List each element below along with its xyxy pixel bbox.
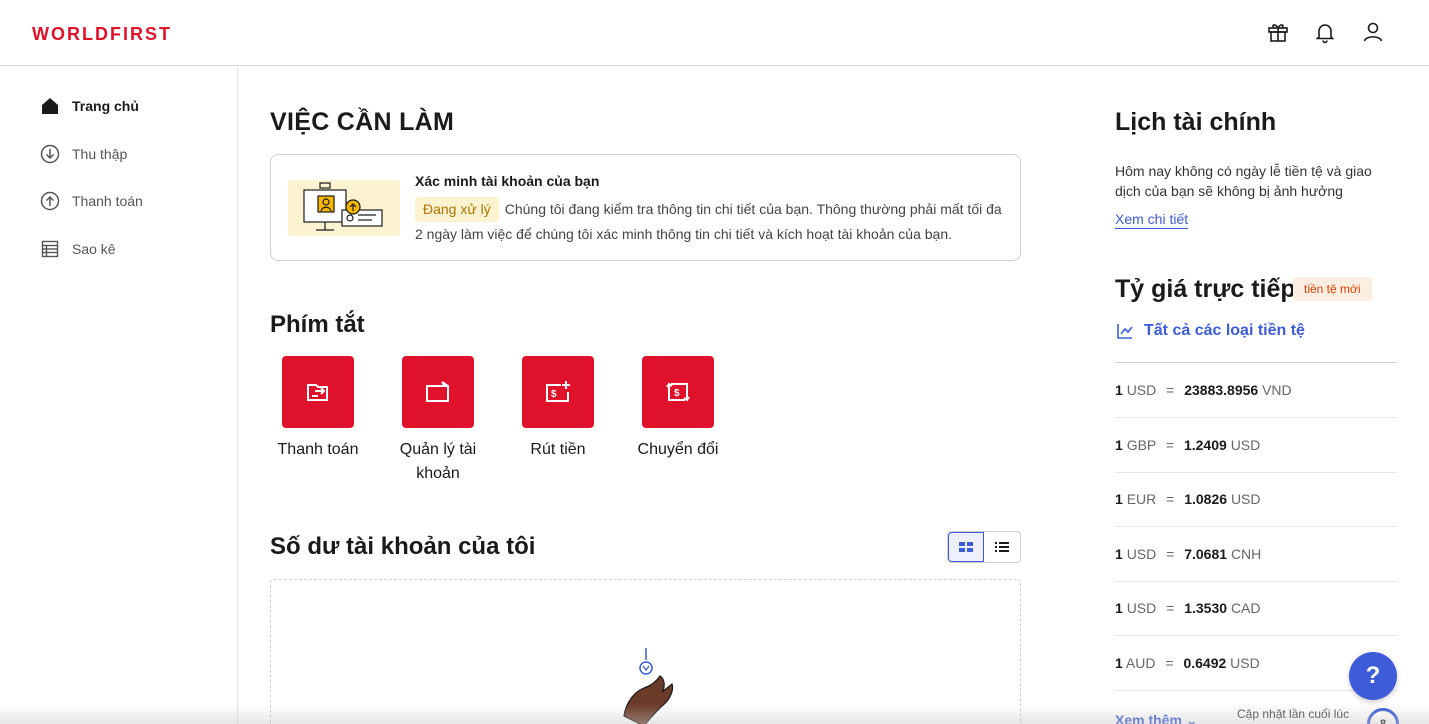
chevron-down-icon: ⌄ <box>1185 712 1198 724</box>
rate-equals: = <box>1166 382 1175 398</box>
svg-text:$: $ <box>551 389 557 400</box>
rate-to-currency: VND <box>1262 382 1292 398</box>
rate-from-currency: USD <box>1126 382 1157 398</box>
todo-card-description: Chúng tôi đang kiểm tra thông tin chi ti… <box>415 201 1002 242</box>
rate-value: 1.0826 <box>1184 491 1228 507</box>
grid-view-button[interactable] <box>948 532 985 562</box>
rates-heading: Tỷ giá trực tiếp <box>1115 275 1296 303</box>
rate-row: 1 GBP = 1.2409 USD <box>1115 418 1397 473</box>
rate-amount: 1 <box>1115 382 1123 398</box>
table-icon <box>40 239 60 259</box>
sidebar-item-label: Sao kê <box>72 241 116 257</box>
shortcut-label: Thanh toán <box>277 441 359 458</box>
shortcut-manage-account[interactable]: Quản lý tài khoản <box>378 356 498 486</box>
sidebar-item-collect[interactable]: Thu thập <box>40 142 127 166</box>
todo-card-title: Xác minh tài khoản của bạn <box>415 173 600 189</box>
list-view-button[interactable] <box>984 532 1020 562</box>
view-more-link[interactable]: Xem thêm ⌄ <box>1115 712 1198 724</box>
sidebar-item-home[interactable]: Trang chủ <box>40 94 139 118</box>
rate-amount: 1 <box>1115 437 1123 453</box>
rate-value: 1.3530 <box>1184 600 1228 616</box>
list-icon <box>995 542 1010 552</box>
shortcuts-heading: Phím tắt <box>270 311 365 338</box>
rate-to-currency: USD <box>1230 437 1261 453</box>
all-currencies-label: Tất cả các loại tiền tệ <box>1144 322 1305 339</box>
todo-card-body: Đang xử lý Chúng tôi đang kiểm tra thông … <box>415 197 1011 247</box>
sidebar-item-statements[interactable]: Sao kê <box>40 237 116 261</box>
home-icon <box>40 96 60 116</box>
trend-chart-icon <box>1117 324 1133 339</box>
rate-amount: 1 <box>1115 491 1123 507</box>
rate-equals: = <box>1166 546 1175 562</box>
balance-empty-state <box>270 579 1021 724</box>
rate-row: 1 EUR = 1.0826 USD <box>1115 472 1397 527</box>
rate-amount: 1 <box>1115 546 1123 562</box>
withdraw-icon[interactable]: $ <box>522 356 594 428</box>
rate-from-currency: GBP <box>1126 437 1156 453</box>
rate-value: 23883.8956 <box>1184 382 1259 398</box>
worldfirst-logo[interactable]: WORLDFIRST <box>32 24 172 45</box>
view-more-label: Xem thêm <box>1115 712 1182 724</box>
hand-coin-illustration <box>616 646 676 724</box>
sidebar-item-label: Thu thập <box>72 146 128 162</box>
calendar-heading: Lịch tài chính <box>1115 108 1277 136</box>
view-toggle <box>947 531 1021 563</box>
last-updated-label: Cập nhật lần cuối lúc <box>1237 707 1350 721</box>
sidebar: Trang chủ Thu thập Thanh toán Sao kê <box>0 67 238 724</box>
todo-heading: VIỆC CẦN LÀM <box>270 108 455 136</box>
rate-from-currency: USD <box>1126 600 1157 616</box>
shortcut-pay[interactable]: Thanh toán <box>258 356 378 462</box>
status-badge: Đang xử lý <box>415 197 499 222</box>
sidebar-item-pay[interactable]: Thanh toán <box>40 189 143 213</box>
grid-icon <box>959 542 974 552</box>
rate-to-currency: USD <box>1230 491 1261 507</box>
shortcut-label: Quản lý tài khoản <box>399 441 477 482</box>
calendar-text: Hôm nay không có ngày lễ tiền tệ và giao… <box>1115 163 1372 199</box>
sidebar-item-label: Thanh toán <box>72 193 143 209</box>
main-content: VIỆC CẦN LÀM Xác minh tài khoản của bạn … <box>270 0 1022 724</box>
balance-heading: Số dư tài khoản của tôi <box>270 533 536 560</box>
arrow-up-circle-icon <box>40 191 60 211</box>
shortcut-withdraw[interactable]: $ Rút tiền <box>498 356 618 462</box>
wallet-icon[interactable] <box>402 356 474 428</box>
rate-row: 1 USD = 1.3530 CAD <box>1115 581 1397 636</box>
shortcut-label: Chuyển đổi <box>637 441 719 458</box>
svg-text:$: $ <box>674 388 680 399</box>
rate-amount: 1 <box>1115 600 1123 616</box>
verify-account-card[interactable]: Xác minh tài khoản của bạn Đang xử lý Chú… <box>270 154 1021 261</box>
transfer-icon[interactable] <box>282 356 354 428</box>
exchange-icon[interactable]: $ <box>642 356 714 428</box>
rate-equals: = <box>1166 491 1175 507</box>
rate-amount: 1 <box>1115 655 1123 671</box>
shortcut-label: Rút tiền <box>530 441 586 458</box>
refresh-countdown[interactable]: 8 <box>1367 708 1399 724</box>
sidebar-item-label: Trang chủ <box>72 98 139 114</box>
rate-equals: = <box>1165 437 1175 453</box>
rate-row: 1 USD = 7.0681 CNH <box>1115 527 1397 582</box>
rate-equals: = <box>1166 600 1175 616</box>
rate-row: 1 USD = 23883.8956 VND <box>1115 363 1397 418</box>
rate-from-currency: AUD <box>1125 655 1156 671</box>
rate-value: 7.0681 <box>1184 546 1228 562</box>
rate-to-currency: USD <box>1230 655 1260 671</box>
rate-value: 1.2409 <box>1183 437 1227 453</box>
arrow-down-circle-icon <box>40 144 60 164</box>
new-currency-badge: tiền tệ mới <box>1293 277 1372 301</box>
rate-equals: = <box>1165 655 1174 671</box>
view-details-link[interactable]: Xem chi tiết <box>1115 211 1189 229</box>
right-panel: Lịch tài chính Hôm nay không có ngày lễ … <box>1115 0 1399 724</box>
all-currencies-link[interactable]: Tất cả các loại tiền tệ <box>1115 321 1305 341</box>
rate-from-currency: USD <box>1126 546 1157 562</box>
help-button[interactable]: ? <box>1349 652 1397 700</box>
rate-to-currency: CNH <box>1230 546 1262 562</box>
rate-value: 0.6492 <box>1183 655 1227 671</box>
shortcut-convert[interactable]: $ Chuyển đổi <box>618 356 738 462</box>
rate-from-currency: EUR <box>1126 491 1157 507</box>
verification-illustration <box>288 180 400 236</box>
rate-to-currency: CAD <box>1230 600 1261 616</box>
